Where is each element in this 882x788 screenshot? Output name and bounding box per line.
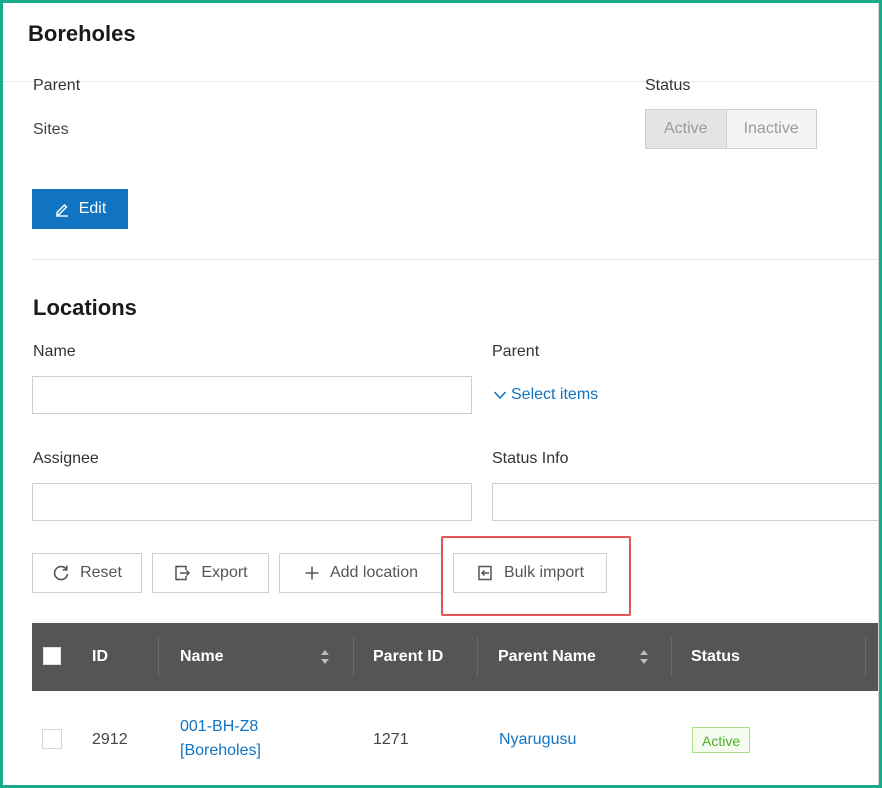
add-location-button[interactable]: Add location [279, 553, 443, 593]
pencil-icon [55, 204, 68, 217]
plus-icon [305, 566, 319, 580]
row-parent-id: 1271 [373, 731, 409, 748]
column-separator [353, 637, 354, 677]
status-badge: Active [692, 727, 751, 753]
column-header-id[interactable]: ID [92, 623, 108, 691]
column-separator [477, 637, 478, 677]
select-all-checkbox[interactable] [43, 647, 61, 665]
row-parent-name-link[interactable]: Nyarugusu [499, 731, 576, 749]
assignee-filter-label: Assignee [33, 450, 99, 467]
export-icon [175, 565, 191, 581]
reset-button[interactable]: Reset [32, 553, 142, 593]
row-id: 2912 [92, 731, 128, 748]
row-checkbox[interactable] [42, 729, 62, 749]
section-divider [32, 259, 879, 260]
page-title: Boreholes [28, 21, 136, 46]
parent-value: Sites [33, 121, 69, 138]
app-frame: Boreholes Parent Sites Status Active Ina… [0, 0, 882, 788]
sort-icon[interactable] [639, 647, 649, 667]
column-separator [158, 637, 159, 677]
parent-select-items[interactable]: Select items [493, 386, 598, 404]
column-header-parent-id[interactable]: Parent ID [373, 623, 443, 691]
name-filter-input[interactable] [32, 376, 472, 414]
refresh-icon [53, 565, 69, 581]
column-header-name[interactable]: Name [180, 623, 224, 691]
parent-label: Parent [33, 77, 81, 94]
status-option-active[interactable]: Active [646, 110, 727, 148]
page-header: Boreholes [3, 3, 879, 82]
panel-edge [878, 3, 879, 785]
export-button-label: Export [201, 564, 248, 581]
row-name-link[interactable]: 001-BH-Z8 [Boreholes] [180, 715, 261, 763]
status-info-filter-input[interactable] [492, 483, 879, 521]
locations-title: Locations [33, 295, 137, 320]
row-name-line2: [Boreholes] [180, 742, 261, 759]
reset-button-label: Reset [80, 564, 122, 581]
row-name-line1: 001-BH-Z8 [180, 718, 259, 735]
column-header-status[interactable]: Status [691, 623, 740, 691]
column-separator [671, 637, 672, 677]
bulk-import-highlight [441, 536, 631, 616]
column-separator [865, 637, 866, 677]
edit-button-label: Edit [78, 200, 107, 217]
parent-filter-label: Parent [492, 343, 540, 360]
add-location-button-label: Add location [329, 564, 419, 581]
table-header: ID Name Parent ID Parent Name Status [32, 623, 879, 691]
column-header-parent-name[interactable]: Parent Name [498, 623, 596, 691]
chevron-down-icon [493, 391, 507, 400]
parent-select-label: Select items [511, 386, 599, 403]
export-button[interactable]: Export [152, 553, 269, 593]
status-toggle: Active Inactive [645, 109, 817, 149]
assignee-filter-input[interactable] [32, 483, 472, 521]
sort-icon[interactable] [320, 647, 330, 667]
status-option-inactive[interactable]: Inactive [726, 110, 816, 148]
status-label: Status [645, 77, 691, 94]
name-filter-label: Name [33, 343, 76, 360]
status-info-filter-label: Status Info [492, 450, 569, 467]
edit-button[interactable]: Edit [32, 189, 128, 229]
